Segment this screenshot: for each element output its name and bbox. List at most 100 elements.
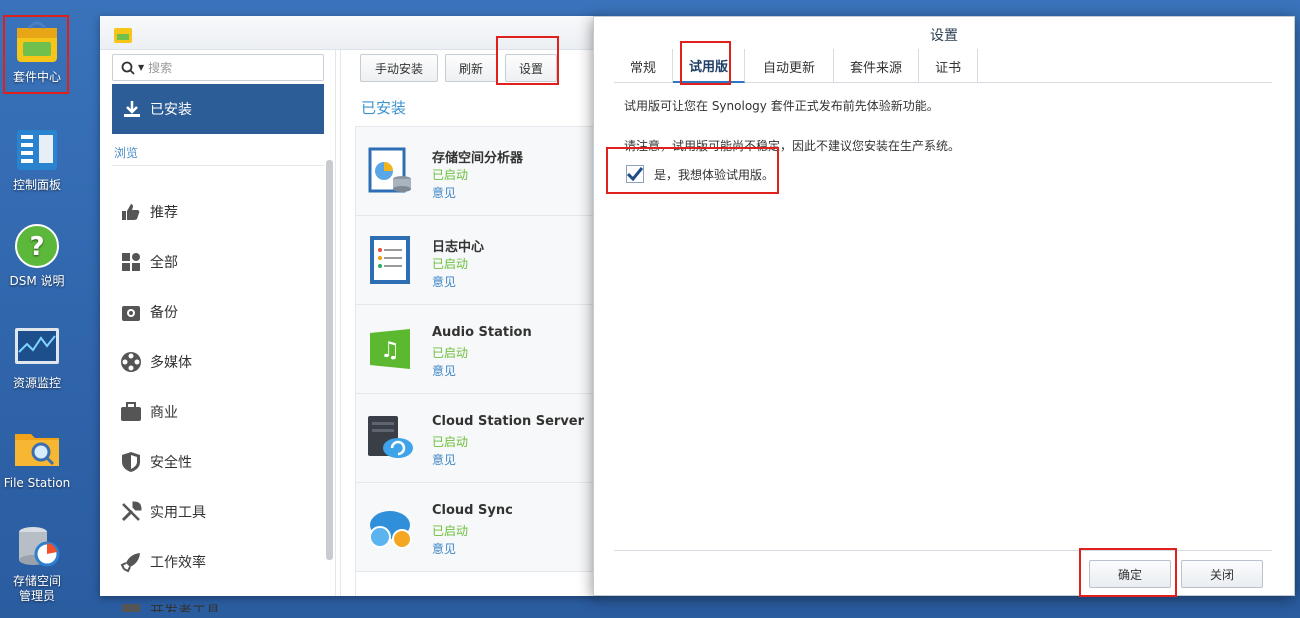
tab-general[interactable]: 常规 (614, 49, 674, 83)
package-status: 已启动 (432, 524, 469, 538)
highlight-box-beta-tab (680, 41, 731, 85)
desktop-icon-label: File Station (3, 476, 71, 490)
manual-install-button[interactable]: 手动安装 (360, 54, 438, 82)
desktop-icon-file-station[interactable]: File Station (0, 424, 74, 491)
sidebar-item-security[interactable]: 安全性 (120, 450, 192, 474)
feedback-link[interactable]: 意见 (432, 451, 456, 468)
sidebar-item-label: 开发者工具 (150, 604, 220, 612)
search-icon (121, 61, 135, 75)
log-center-icon (370, 236, 410, 284)
highlight-box-settings-button (496, 36, 559, 85)
sidebar-item-label: 推荐 (150, 205, 178, 221)
sidebar-item-recommended[interactable]: 推荐 (120, 200, 178, 224)
control-panel-icon (17, 130, 57, 170)
package-status: 已启动 (432, 257, 469, 271)
svg-text:♫: ♫ (380, 338, 400, 363)
sidebar-item-label: 安全性 (150, 455, 192, 471)
help-icon: ? (15, 224, 59, 268)
package-status: 已启动 (432, 435, 469, 449)
refresh-button[interactable]: 刷新 (445, 54, 497, 82)
download-icon (124, 101, 140, 117)
desktop-icon-label: 存储空间 管理员 (12, 574, 61, 603)
folder-icon (15, 434, 59, 466)
package-center-window: ▼ 搜索 已安装 浏览 推荐 全部 备份 多媒体 商业 安全性 实用工具 工作效… (100, 16, 600, 612)
search-placeholder: 搜索 (148, 61, 173, 75)
sidebar-item-installed[interactable]: 已安装 (112, 84, 324, 134)
list-item[interactable]: 日志中心 已启动 意见 (356, 216, 600, 305)
feedback-link[interactable]: 意见 (432, 540, 456, 557)
button-label: 手动安装 (374, 61, 423, 76)
sidebar: ▼ 搜索 已安装 浏览 推荐 全部 备份 多媒体 商业 安全性 实用工具 工作效… (100, 50, 336, 612)
section-title: 已安装 (361, 99, 407, 117)
sidebar-item-label: 商业 (150, 405, 178, 421)
desktop-icon-label: 资源监控 (12, 376, 61, 390)
storage-manager-icon (19, 527, 60, 567)
tab-auto-update[interactable]: 自动更新 (745, 49, 835, 83)
sidebar-item-label: 多媒体 (150, 355, 192, 371)
sidebar-item-backup[interactable]: 备份 (120, 300, 178, 324)
sidebar-item-multimedia[interactable]: 多媒体 (120, 350, 192, 374)
desktop-icon-storage-manager[interactable]: 存储空间 管理员 (0, 522, 74, 604)
shield-icon (120, 451, 142, 473)
cloud-station-server-icon (368, 416, 413, 458)
package-name: Audio Station (432, 325, 532, 340)
resource-monitor-icon (15, 328, 59, 364)
list-item[interactable]: Cloud Sync 已启动 意见 (356, 483, 600, 572)
cloud-sync-icon (369, 511, 412, 549)
package-name: 存储空间分析器 (432, 151, 524, 166)
sidebar-item-business[interactable]: 商业 (120, 400, 178, 424)
highlight-box-beta-checkbox (606, 147, 779, 194)
highlight-box-package-center (3, 15, 69, 94)
sidebar-item-label: 已安装 (150, 102, 192, 118)
wrench-icon (120, 501, 142, 523)
sidebar-scrollbar[interactable] (326, 160, 333, 560)
audio-station-icon: ♫ (370, 329, 410, 369)
package-name: Cloud Sync (432, 503, 513, 518)
package-status: 已启动 (432, 346, 469, 360)
storage-analyzer-icon (368, 147, 411, 193)
main-content: 手动安装 刷新 设置 已安装 存储空间分析器 已启动 意见 日志中心 已启动 意… (340, 50, 600, 596)
divider (112, 165, 324, 166)
briefcase-icon (120, 401, 142, 423)
desktop-icon-dsm-help[interactable]: ? DSM 说明 (0, 222, 74, 289)
terminal-icon (120, 600, 142, 612)
beta-description: 试用版可让您在 Synology 套件正式发布前先体验新功能。 (624, 99, 939, 113)
button-label: 关闭 (1209, 567, 1234, 582)
feedback-link[interactable]: 意见 (432, 184, 456, 201)
thumbs-up-icon (120, 201, 142, 223)
close-button[interactable]: 关闭 (1181, 560, 1263, 588)
sidebar-item-all[interactable]: 全部 (120, 250, 178, 274)
tab-package-sources[interactable]: 套件来源 (834, 49, 920, 83)
package-center-small-icon (114, 28, 132, 43)
rocket-icon (120, 551, 142, 573)
chevron-down-icon: ▼ (138, 63, 145, 72)
button-label: 刷新 (458, 61, 483, 76)
desktop-icon-control-panel[interactable]: 控制面板 (0, 126, 74, 193)
sidebar-item-label: 全部 (150, 255, 178, 271)
highlight-box-ok-button (1079, 548, 1177, 597)
package-list: 存储空间分析器 已启动 意见 日志中心 已启动 意见 ♫ Audio Stati… (355, 126, 600, 596)
list-item[interactable]: ♫ Audio Station 已启动 意见 (356, 305, 600, 394)
package-name: 日志中心 (432, 240, 485, 255)
desktop-icon-label: 控制面板 (12, 178, 61, 192)
browse-section-label: 浏览 (114, 146, 139, 160)
grid-icon (120, 251, 142, 273)
tab-certificate[interactable]: 证书 (919, 49, 979, 83)
desktop-icon-label: DSM 说明 (9, 274, 65, 288)
sidebar-item-label: 工作效率 (150, 555, 206, 571)
desktop-icon-resource-monitor[interactable]: 资源监控 (0, 324, 74, 391)
list-item[interactable]: 存储空间分析器 已启动 意见 (356, 127, 600, 216)
svg-text:?: ? (29, 232, 44, 262)
package-status: 已启动 (432, 168, 469, 182)
sidebar-item-utilities[interactable]: 实用工具 (120, 500, 206, 524)
settings-dialog: 设置 常规 试用版 自动更新 套件来源 证书 试用版可让您在 Synology … (593, 16, 1295, 596)
film-reel-icon (120, 351, 142, 373)
package-name: Cloud Station Server (432, 414, 585, 429)
feedback-link[interactable]: 意见 (432, 362, 456, 379)
feedback-link[interactable]: 意见 (432, 273, 456, 290)
search-input[interactable]: ▼ 搜索 (112, 54, 324, 81)
sidebar-item-productivity[interactable]: 工作效率 (120, 550, 206, 574)
sidebar-item-developer-tools[interactable]: 开发者工具 (120, 600, 220, 612)
backup-icon (120, 301, 142, 323)
list-item[interactable]: Cloud Station Server 已启动 意见 (356, 394, 600, 483)
